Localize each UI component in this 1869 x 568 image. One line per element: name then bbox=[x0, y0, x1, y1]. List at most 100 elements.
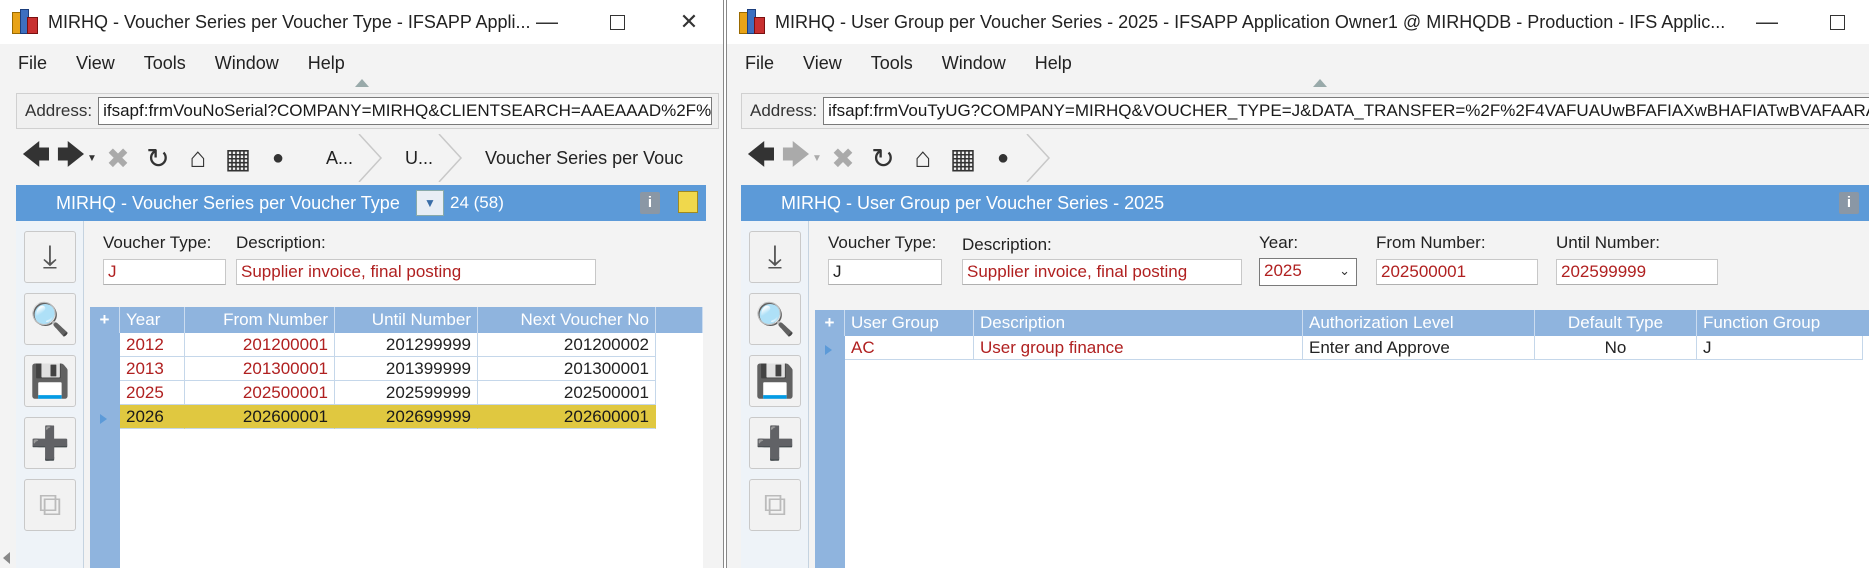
maximize-icon bbox=[609, 14, 625, 30]
note-icon[interactable] bbox=[678, 191, 698, 213]
cell-next-voucher-no[interactable]: 202600001 bbox=[478, 405, 656, 429]
window-voucher-series: MIRHQ - Voucher Series per Voucher Type … bbox=[0, 0, 724, 568]
chevron-right-icon bbox=[438, 134, 463, 182]
description-field[interactable]: Supplier invoice, final posting bbox=[962, 259, 1242, 285]
cell-from-number[interactable]: 201200001 bbox=[185, 333, 335, 357]
cell-next-voucher-no[interactable]: 201200002 bbox=[478, 333, 656, 357]
table-row[interactable]: AC User group finance Enter and Approve … bbox=[845, 336, 1863, 360]
menu-window[interactable]: Window bbox=[942, 53, 1006, 74]
until-number-field[interactable]: 202599999 bbox=[1556, 259, 1718, 285]
home-icon[interactable]: ⌂ bbox=[903, 138, 943, 178]
home-icon[interactable]: ⌂ bbox=[178, 138, 218, 178]
cell-default-type[interactable]: No bbox=[1535, 336, 1697, 360]
cell-next-voucher-no[interactable]: 201300001 bbox=[478, 357, 656, 381]
menu-view[interactable]: View bbox=[76, 53, 115, 74]
back-arrow-icon[interactable]: 🡄 bbox=[16, 138, 56, 178]
column-until-number[interactable]: Until Number bbox=[335, 307, 478, 333]
download-icon[interactable]: ⤓ bbox=[749, 231, 801, 283]
scroll-left-icon[interactable] bbox=[3, 552, 10, 564]
column-user-group[interactable]: User Group bbox=[845, 310, 974, 336]
info-icon[interactable]: i bbox=[640, 192, 660, 214]
back-arrow-icon[interactable]: 🡄 bbox=[741, 138, 781, 178]
search-icon[interactable]: 🔍 bbox=[24, 293, 76, 345]
column-from-number[interactable]: From Number bbox=[185, 307, 335, 333]
from-number-field[interactable]: 202500001 bbox=[1376, 259, 1538, 285]
voucher-type-field[interactable]: J bbox=[103, 259, 226, 285]
cell-until-number[interactable]: 202599999 bbox=[335, 381, 478, 405]
menu-window[interactable]: Window bbox=[215, 53, 279, 74]
voucher-type-field[interactable]: J bbox=[828, 259, 942, 285]
cell-authorization-level[interactable]: Enter and Approve bbox=[1303, 336, 1535, 360]
menu-tools[interactable]: Tools bbox=[871, 53, 913, 74]
cell-until-number[interactable]: 202699999 bbox=[335, 405, 478, 429]
grid-view-icon[interactable]: ▦ bbox=[943, 138, 983, 178]
search-icon[interactable]: 🔍 bbox=[749, 293, 801, 345]
breadcrumb-item-1[interactable]: A... bbox=[304, 132, 383, 184]
cell-user-group[interactable]: AC bbox=[845, 336, 974, 360]
bullet-icon[interactable]: ● bbox=[258, 138, 298, 178]
cell-year[interactable]: 2013 bbox=[120, 357, 185, 381]
column-authorization-level[interactable]: Authorization Level bbox=[1303, 310, 1535, 336]
cell-description[interactable]: User group finance bbox=[974, 336, 1303, 360]
record-selector[interactable]: ▼ bbox=[416, 190, 444, 216]
info-icon[interactable]: i bbox=[1839, 192, 1859, 214]
cell-until-number[interactable]: 201299999 bbox=[335, 333, 478, 357]
menu-file[interactable]: File bbox=[745, 53, 774, 74]
column-function-group[interactable]: Function Group bbox=[1697, 310, 1869, 336]
cell-until-number[interactable]: 201399999 bbox=[335, 357, 478, 381]
refresh-icon[interactable]: ↻ bbox=[863, 138, 903, 178]
minimize-button[interactable]: — bbox=[1732, 0, 1802, 44]
menu-help[interactable]: Help bbox=[308, 53, 345, 74]
column-description[interactable]: Description bbox=[974, 310, 1303, 336]
table-row-selected[interactable]: 2026 202600001 202699999 202600001 bbox=[120, 405, 656, 429]
description-field[interactable]: Supplier invoice, final posting bbox=[236, 259, 596, 285]
table-row[interactable]: 2025 202500001 202599999 202500001 bbox=[120, 381, 656, 405]
grid-view-icon[interactable]: ▦ bbox=[218, 138, 258, 178]
close-button[interactable]: ✕ bbox=[654, 0, 723, 44]
refresh-icon[interactable]: ↻ bbox=[138, 138, 178, 178]
cell-year[interactable]: 2012 bbox=[120, 333, 185, 357]
address-input[interactable]: ifsapf:frmVouNoSerial?COMPANY=MIRHQ&CLIE… bbox=[98, 97, 712, 125]
add-row-button[interactable]: + bbox=[90, 307, 120, 333]
bullet-icon[interactable]: ● bbox=[983, 138, 1023, 178]
table-row[interactable]: 2013 201300001 201399999 201300001 bbox=[120, 357, 656, 381]
cell-next-voucher-no[interactable]: 202500001 bbox=[478, 381, 656, 405]
menu-view[interactable]: View bbox=[803, 53, 842, 74]
cell-year[interactable]: 2025 bbox=[120, 381, 185, 405]
address-input[interactable]: ifsapf:frmVouTyUG?COMPANY=MIRHQ&VOUCHER_… bbox=[823, 97, 1869, 125]
table-row[interactable]: 2012 201200001 201299999 201200002 bbox=[120, 333, 656, 357]
cell-from-number[interactable]: 202600001 bbox=[185, 405, 335, 429]
forward-arrow-icon[interactable]: 🡆 bbox=[56, 138, 86, 178]
forward-dropdown-icon: ▼ bbox=[812, 152, 822, 164]
grid-header: + User Group Description Authorization L… bbox=[815, 310, 1869, 336]
add-row-button[interactable]: + bbox=[815, 310, 845, 336]
year-select[interactable]: 2025 ⌄ bbox=[1259, 258, 1357, 286]
collapse-toolbar-icon[interactable] bbox=[355, 79, 369, 87]
breadcrumb-item-3[interactable]: Voucher Series per Vouc bbox=[463, 132, 683, 184]
maximize-button[interactable] bbox=[582, 0, 652, 44]
year-label: Year: bbox=[1259, 233, 1299, 252]
title-bar[interactable]: MIRHQ - Voucher Series per Voucher Type … bbox=[0, 0, 723, 44]
cell-function-group[interactable]: J bbox=[1697, 336, 1863, 360]
column-year[interactable]: Year bbox=[120, 307, 185, 333]
voucher-type-label: Voucher Type: bbox=[103, 233, 212, 252]
title-bar[interactable]: MIRHQ - User Group per Voucher Series - … bbox=[727, 0, 1869, 44]
forward-dropdown-icon[interactable]: ▼ bbox=[86, 138, 98, 178]
cell-year[interactable]: 2026 bbox=[120, 405, 185, 429]
cell-from-number[interactable]: 201300001 bbox=[185, 357, 335, 381]
minimize-button[interactable]: — bbox=[512, 0, 582, 44]
maximize-button[interactable] bbox=[1802, 0, 1869, 44]
download-icon[interactable]: ⤓ bbox=[24, 231, 76, 283]
column-next-voucher-no[interactable]: Next Voucher No bbox=[478, 307, 656, 333]
breadcrumb-item-2[interactable]: U... bbox=[383, 132, 463, 184]
chevron-down-icon: ⌄ bbox=[1339, 263, 1350, 278]
maximize-icon bbox=[1829, 14, 1845, 30]
menu-help[interactable]: Help bbox=[1035, 53, 1072, 74]
menu-tools[interactable]: Tools bbox=[144, 53, 186, 74]
menu-file[interactable]: File bbox=[18, 53, 47, 74]
address-bar: Address: ifsapf:frmVouTyUG?COMPANY=MIRHQ… bbox=[741, 93, 1869, 129]
address-label: Address: bbox=[25, 101, 93, 120]
cell-from-number[interactable]: 202500001 bbox=[185, 381, 335, 405]
column-default-type[interactable]: Default Type bbox=[1535, 310, 1697, 336]
collapse-toolbar-icon[interactable] bbox=[1313, 79, 1327, 87]
